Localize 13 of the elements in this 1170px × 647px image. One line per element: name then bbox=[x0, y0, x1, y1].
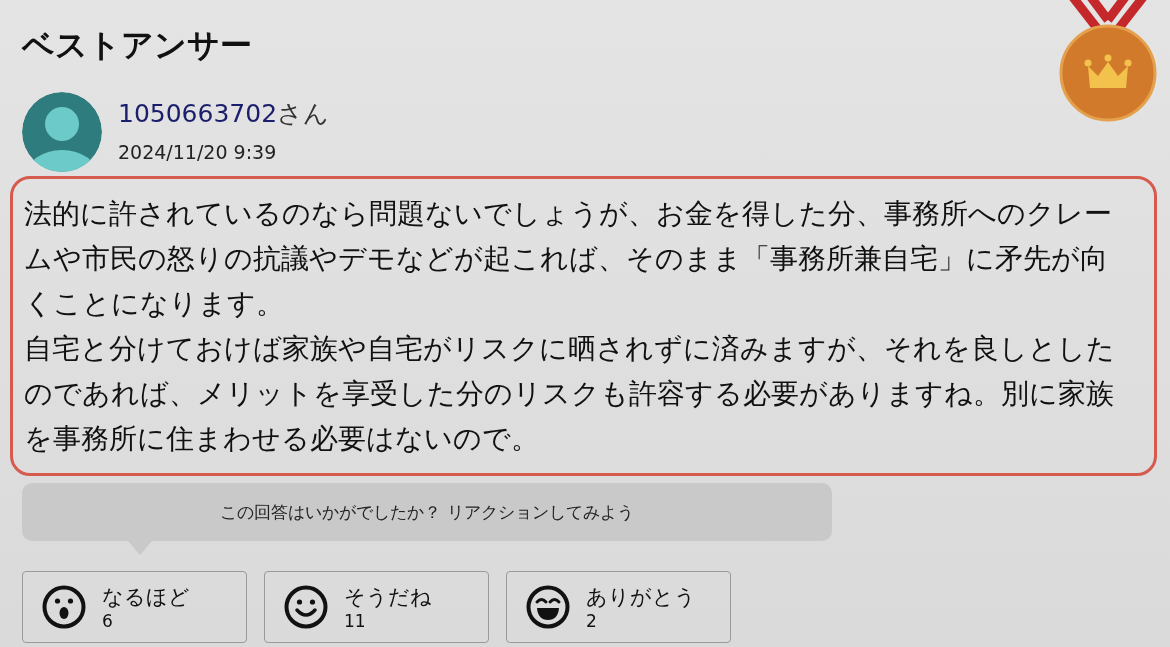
post-date: 2024/11/20 9:39 bbox=[118, 140, 277, 164]
reaction-button[interactable]: ありがとう 2 bbox=[506, 571, 731, 643]
avatar-icon bbox=[22, 92, 102, 172]
surprised-face-icon bbox=[42, 585, 86, 629]
reaction-button[interactable]: なるほど 6 bbox=[22, 571, 247, 643]
honorific-suffix: さん bbox=[277, 98, 330, 130]
section-title: ベストアンサー bbox=[20, 25, 252, 66]
answer-paragraph: 法的に許されているのなら問題ないでしょうが、お金を得した分、事務所へのクレームや市民の怒りの抗議やデモなどが起これば、そのまま「事務所兼自宅」に矛先が向くことになります。 bbox=[24, 196, 1113, 322]
grinning-face-icon bbox=[526, 585, 570, 629]
answer-paragraph: 自宅と分けておけば家族や自宅がリスクに晒されずに済みますが、それを良しとしたのであれば、メリットを享受した分のリスクも許容する必要がありますね。別に家族を事務所に住まわせる必要はないので。 bbox=[24, 331, 1116, 457]
user-name-link[interactable]: 1050663702 bbox=[118, 98, 278, 130]
smiling-face-icon bbox=[284, 585, 328, 629]
reaction-button[interactable]: そうだね 11 bbox=[264, 571, 489, 643]
